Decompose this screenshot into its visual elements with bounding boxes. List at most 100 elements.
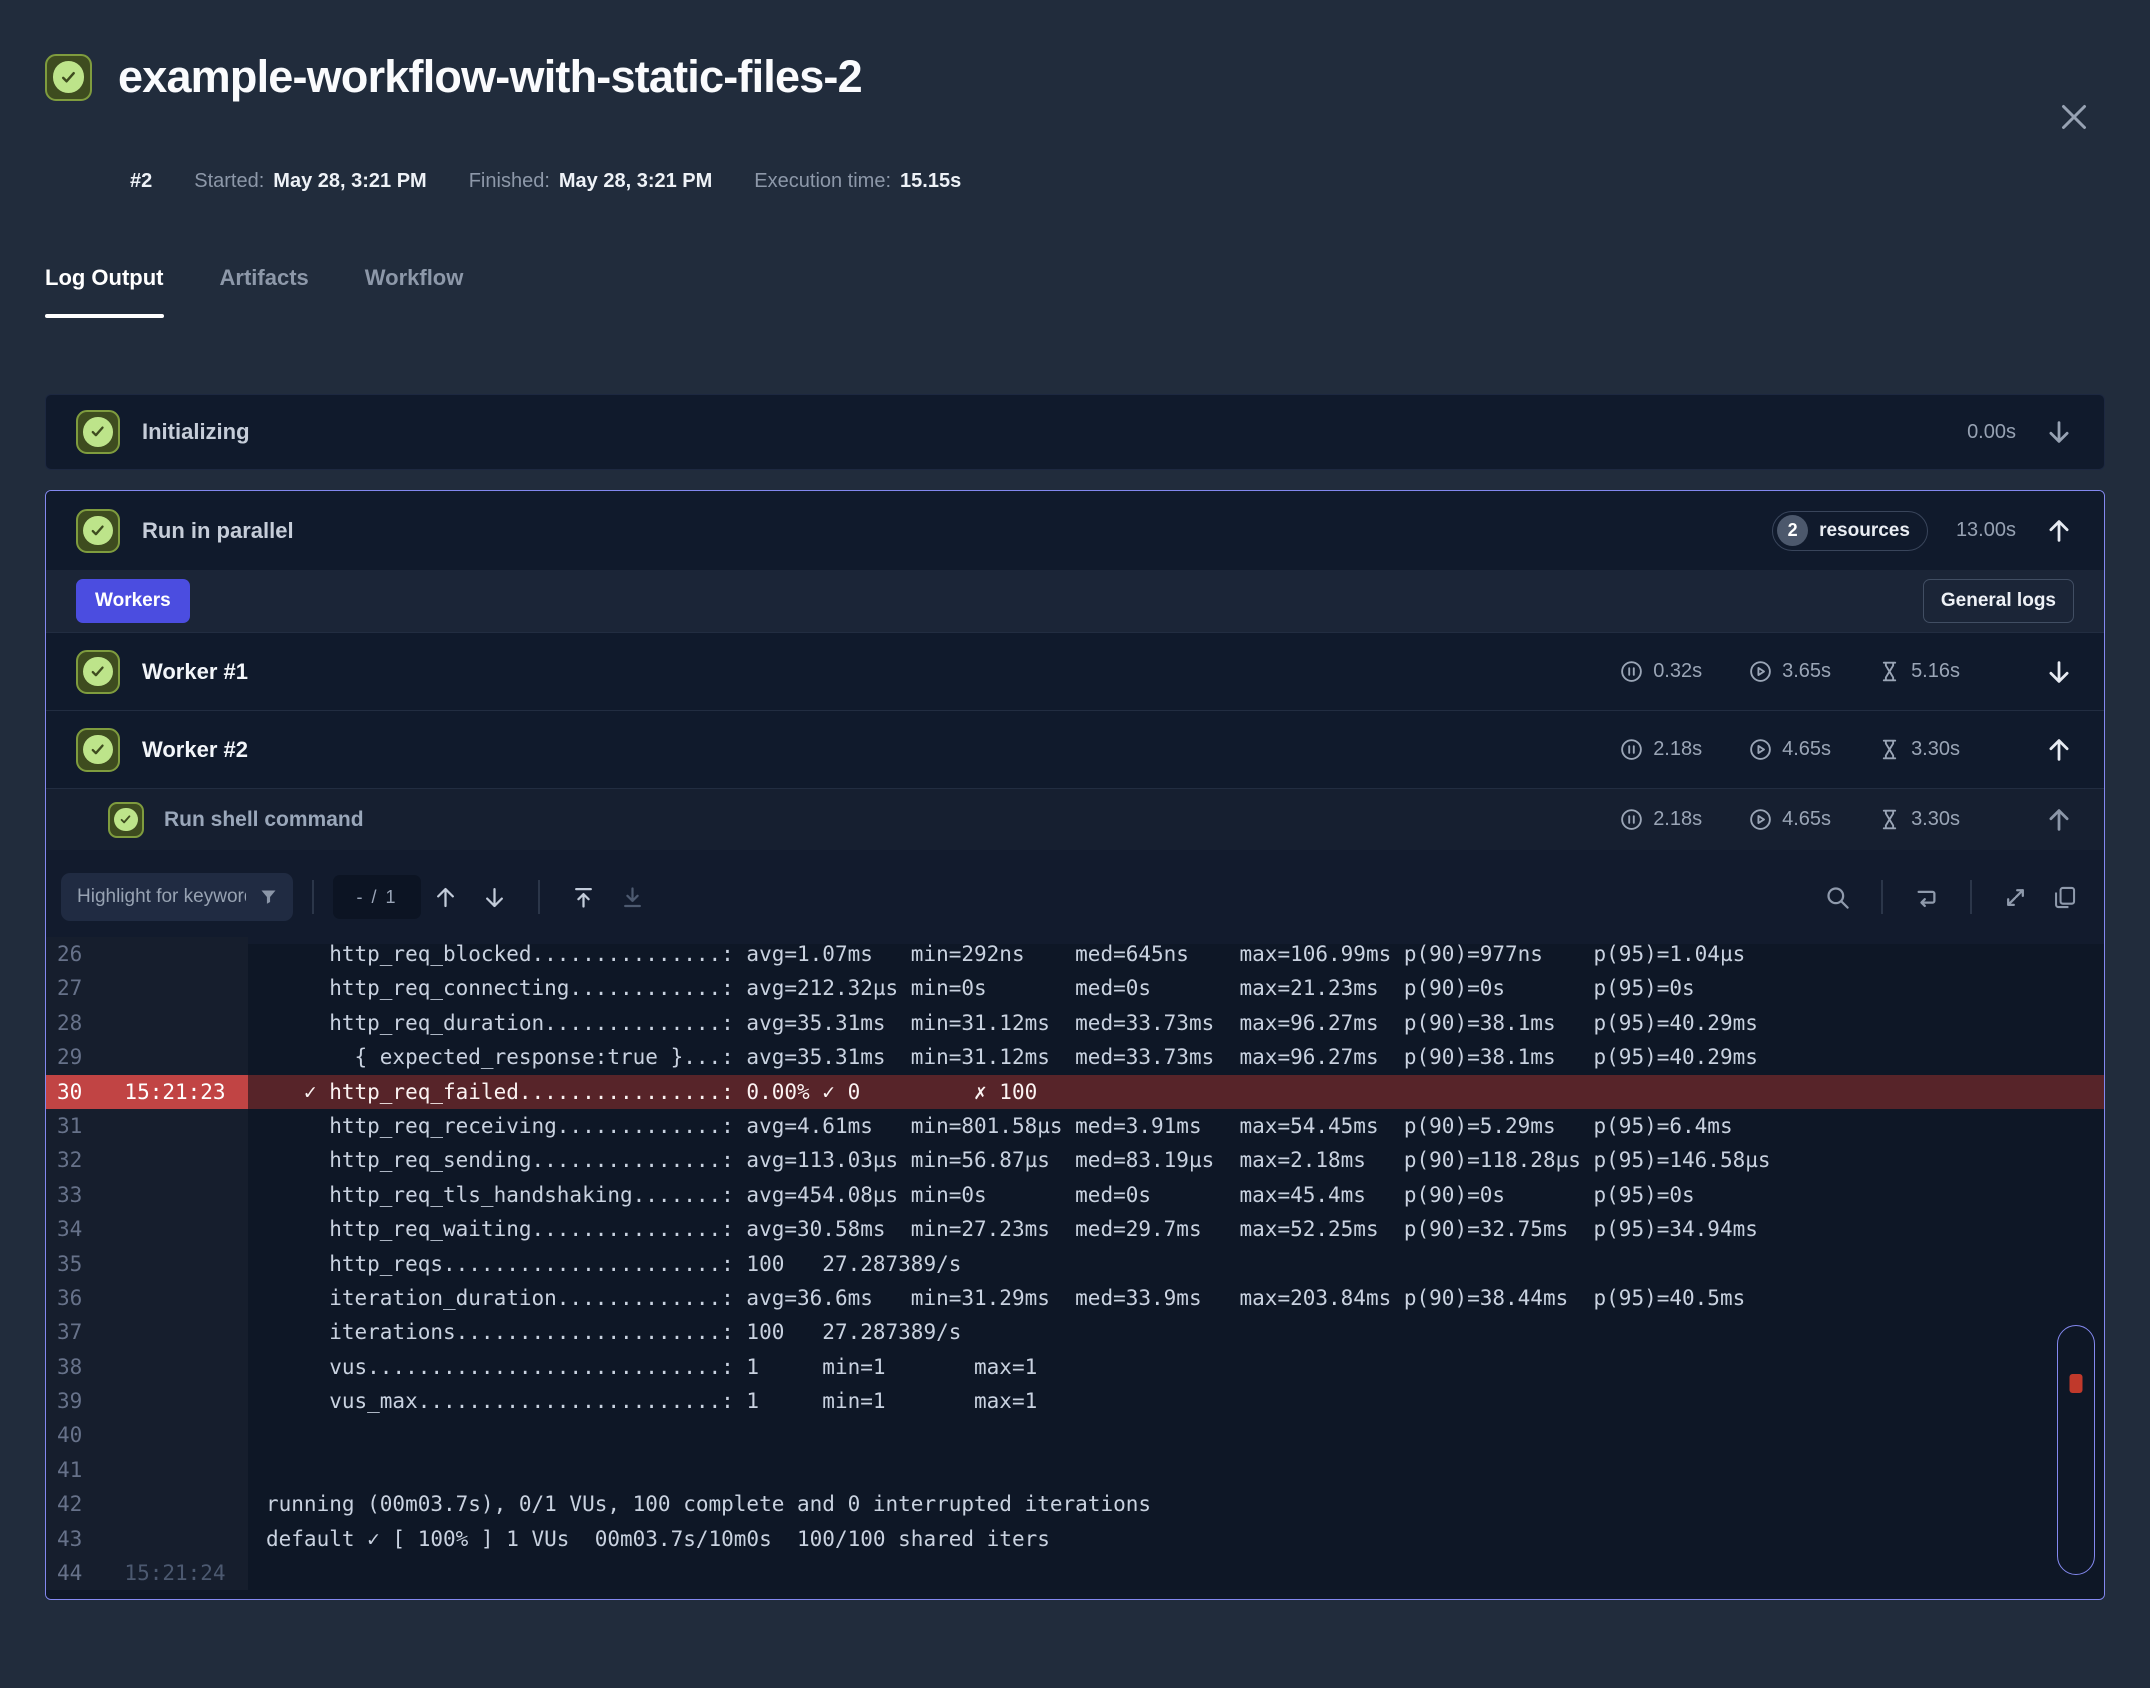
- resources-badge: 2 resources: [1772, 510, 1928, 551]
- subtask-run-shell-command-label: Run shell command: [164, 807, 364, 831]
- log-line-number: 43: [46, 1521, 102, 1557]
- check-icon: [114, 807, 138, 832]
- log-line-number: 26: [46, 937, 102, 972]
- tab-log-output[interactable]: Log Output: [45, 265, 164, 318]
- execution-duration-icon: [1877, 737, 1902, 762]
- tab-bar: Log Output Artifacts Workflow: [45, 265, 2105, 318]
- collapse-arrow-up-icon[interactable]: [2044, 805, 2074, 835]
- search-icon[interactable]: [1824, 884, 1851, 911]
- log-line-timestamp: [102, 1349, 248, 1385]
- paused-duration: 2.18s: [1653, 738, 1703, 760]
- finished-value: May 28, 3:21 PM: [558, 170, 713, 192]
- check-icon: [52, 61, 85, 93]
- paused-duration-metric: 2.18s: [1619, 737, 1702, 762]
- log-line-timestamp: [102, 1143, 248, 1178]
- log-line-timestamp: [102, 1315, 248, 1350]
- log-line-timestamp: [102, 1005, 248, 1041]
- previous-match-arrow-up-icon[interactable]: [432, 884, 459, 911]
- log-line-text: http_req_receiving.............: avg=4.6…: [266, 1113, 1733, 1138]
- running-duration-metric: 4.65s: [1748, 807, 1831, 832]
- run-in-parallel-header[interactable]: Run in parallel 2 resources 13.00s: [46, 491, 2104, 570]
- log-line: 41: [46, 1452, 2104, 1488]
- log-line-timestamp: [102, 1246, 248, 1281]
- log-line-timestamp: [102, 1040, 248, 1075]
- log-line-number: 27: [46, 971, 102, 1006]
- next-match-arrow-down-icon[interactable]: [481, 884, 508, 911]
- worker-row-1[interactable]: Worker #1 0.32s 3.65s 5.16s: [46, 632, 2104, 710]
- tab-workers[interactable]: Workers: [76, 579, 190, 623]
- log-line: 36 iteration_duration.............: avg=…: [46, 1280, 2104, 1316]
- started-meta: Started: May 28, 3:21 PM: [194, 170, 426, 193]
- run-number: #2: [130, 170, 153, 192]
- keyword-input-field[interactable]: [75, 885, 248, 909]
- success-status-icon: [76, 727, 120, 772]
- section-initializing[interactable]: Initializing 0.00s: [45, 394, 2105, 470]
- general-logs-button[interactable]: General logs: [1922, 579, 2074, 623]
- running-duration-icon: [1748, 807, 1773, 832]
- execution-duration: 5.16s: [1911, 660, 1960, 682]
- running-duration: 4.65s: [1782, 808, 1832, 830]
- log-line-text: iterations.....................: 100 27.…: [266, 1320, 962, 1345]
- execution-duration: 3.30s: [1911, 808, 1960, 830]
- log-line: 28 http_req_duration..............: avg=…: [46, 1005, 2104, 1041]
- log-line-text: vus_max........................: 1 min=1…: [266, 1389, 1038, 1414]
- log-line-timestamp: 15:21:24: [102, 1556, 248, 1591]
- expand-icon[interactable]: [2002, 884, 2029, 911]
- filter-funnel-icon: [258, 887, 279, 908]
- copy-icon[interactable]: [2051, 884, 2078, 911]
- log-line-text: default ✓ [ 100% ] 1 VUs 00m03.7s/10m0s …: [266, 1526, 1050, 1551]
- expand-arrow-down-icon[interactable]: [2044, 657, 2074, 687]
- log-line-number: 31: [46, 1108, 102, 1144]
- worker-row-2[interactable]: Worker #2 2.18s 4.65s 3.30s: [46, 710, 2104, 788]
- log-line-number: 44: [46, 1556, 102, 1591]
- paused-duration: 2.18s: [1653, 808, 1703, 830]
- collapse-arrow-up-icon[interactable]: [2044, 735, 2074, 765]
- collapse-arrow-up-icon[interactable]: [2044, 516, 2074, 546]
- log-line-text: http_req_connecting............: avg=212…: [266, 976, 1695, 1001]
- execution-time-value: 15.15s: [900, 170, 962, 192]
- close-button[interactable]: [2056, 98, 2094, 136]
- subtask-run-shell-command[interactable]: Run shell command 2.18s 4.65s 3.30s: [46, 788, 2104, 850]
- log-line-number: 32: [46, 1143, 102, 1178]
- log-line: 27 http_req_connecting............: avg=…: [46, 971, 2104, 1006]
- log-line-text: http_req_blocked...............: avg=1.0…: [266, 942, 1746, 966]
- log-line: 44 15:21:24: [46, 1556, 2104, 1591]
- tab-artifacts[interactable]: Artifacts: [220, 265, 309, 318]
- scroll-to-bottom-icon[interactable]: [619, 884, 646, 911]
- log-line-text: running (00m03.7s), 0/1 VUs, 100 complet…: [266, 1492, 1152, 1517]
- running-duration: 3.65s: [1782, 660, 1832, 682]
- resources-count: 2: [1777, 515, 1809, 546]
- log-line: 42 running (00m03.7s), 0/1 VUs, 100 compl…: [46, 1487, 2104, 1522]
- log-output: 26 http_req_blocked...............: avg=…: [46, 937, 2104, 1599]
- log-scrollbar[interactable]: [2057, 1325, 2095, 1575]
- log-line-timestamp: [102, 937, 248, 972]
- tab-workflow[interactable]: Workflow: [365, 265, 464, 318]
- log-line-number: 40: [46, 1418, 102, 1453]
- log-line-timestamp: [102, 1177, 248, 1213]
- log-line-text: http_req_duration..............: avg=35.…: [266, 1010, 1758, 1035]
- scroll-to-top-icon[interactable]: [570, 884, 597, 911]
- success-status-icon: [45, 53, 92, 101]
- title-row: example-workflow-with-static-files-2: [45, 48, 2105, 106]
- paused-duration-icon: [1619, 659, 1644, 684]
- run-in-parallel-label: Run in parallel: [142, 517, 294, 543]
- match-counter: - / 1: [333, 875, 421, 919]
- expand-arrow-down-icon[interactable]: [2044, 417, 2074, 447]
- keyword-highlight-input[interactable]: [61, 873, 293, 921]
- check-icon: [83, 656, 113, 687]
- error-position-marker[interactable]: [2069, 1374, 2083, 1393]
- started-value: May 28, 3:21 PM: [273, 170, 427, 192]
- log-line: 38 vus............................: 1 mi…: [46, 1349, 2104, 1385]
- log-line-timestamp: [102, 1108, 248, 1144]
- active-tab-underline: [45, 314, 164, 318]
- log-line-text: http_req_sending...............: avg=113…: [266, 1148, 1771, 1173]
- workflow-run-modal: example-workflow-with-static-files-2 #2 …: [0, 0, 2150, 1688]
- log-line-text: ✓ http_req_failed................: 0.00%…: [248, 1074, 2104, 1109]
- running-duration-icon: [1748, 737, 1773, 762]
- run-meta: #2 Started: May 28, 3:21 PM Finished: May …: [130, 170, 2105, 193]
- wrap-lines-icon[interactable]: [1913, 884, 1940, 911]
- log-line: 39 vus_max........................: 1 mi…: [46, 1384, 2104, 1419]
- paused-duration-icon: [1619, 807, 1644, 832]
- resources-label: resources: [1819, 519, 1910, 541]
- log-line-text: http_req_waiting...............: avg=30.…: [266, 1217, 1758, 1242]
